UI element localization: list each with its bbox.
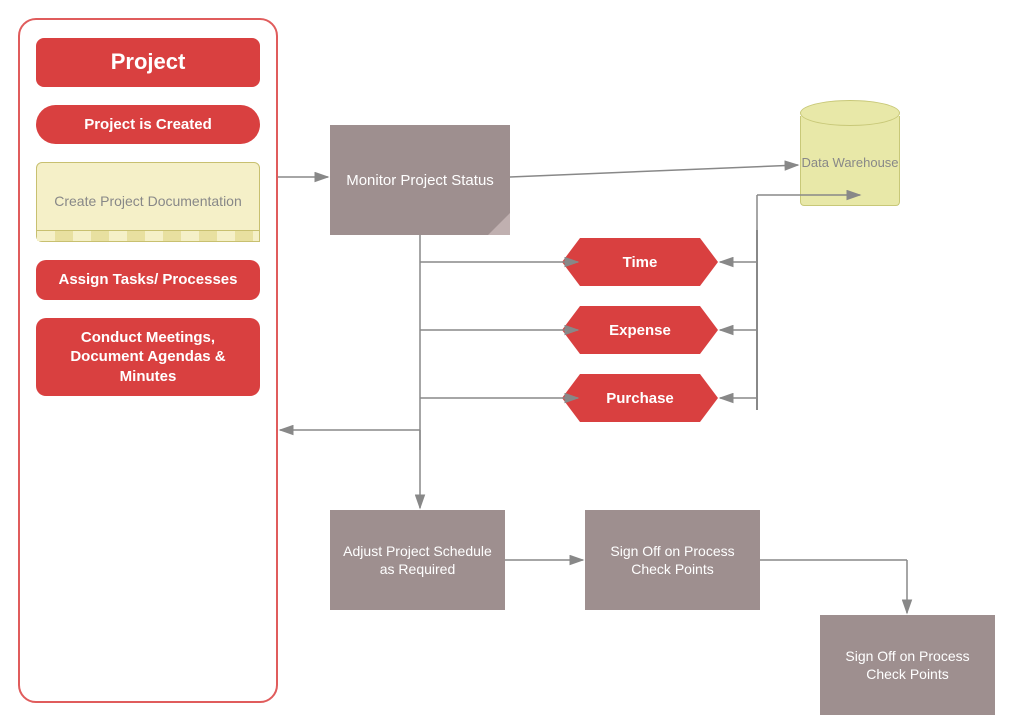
project-created-item: Project is Created <box>36 105 260 145</box>
monitor-project-box: Monitor Project Status <box>330 125 510 235</box>
signoff1-box: Sign Off on Process Check Points <box>585 510 760 610</box>
expense-hex-container: Expense <box>580 306 700 354</box>
arrow-monitor-to-dw <box>510 165 798 177</box>
signoff2-box: Sign Off on Process Check Points <box>820 615 995 715</box>
right-vert-line <box>756 230 758 410</box>
panel-title: Project <box>36 38 260 87</box>
cylinder-top <box>800 100 900 126</box>
data-warehouse: Data Warehouse <box>800 100 900 216</box>
time-hexagon: Time <box>580 238 700 286</box>
conduct-meetings-item: Conduct Meetings, Document Agendas & Min… <box>36 318 260 397</box>
create-documentation-item: Create Project Documentation <box>36 162 260 242</box>
left-panel: Project Project is Created Create Projec… <box>18 18 278 703</box>
purchase-hexagon: Purchase <box>580 374 700 422</box>
data-warehouse-label: Data Warehouse <box>801 155 898 170</box>
time-hex-container: Time <box>580 238 700 286</box>
assign-tasks-item: Assign Tasks/ Processes <box>36 260 260 300</box>
expense-hexagon: Expense <box>580 306 700 354</box>
canvas: Project Project is Created Create Projec… <box>0 0 1029 725</box>
purchase-hex-container: Purchase <box>580 374 700 422</box>
adjust-schedule-box: Adjust Project Schedule as Required <box>330 510 505 610</box>
